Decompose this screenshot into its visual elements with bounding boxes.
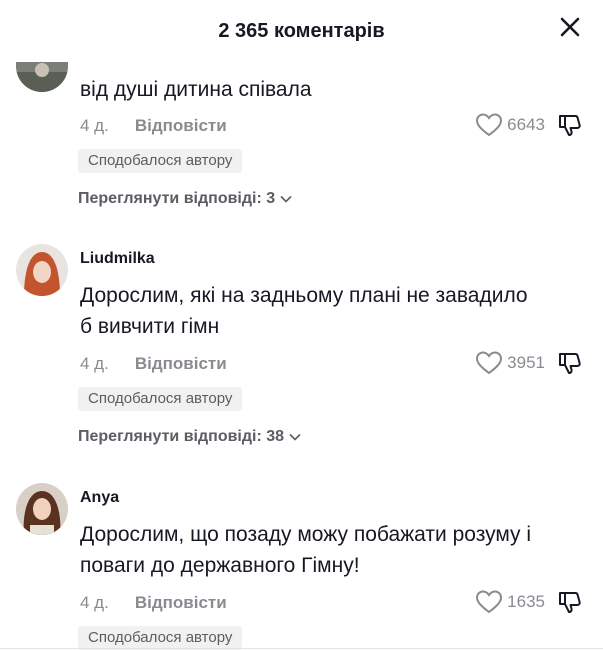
- liked-by-creator-badge: Сподобалося автору: [78, 387, 243, 411]
- dislike-button[interactable]: [557, 350, 583, 376]
- header-layer: 2 365 коментарів: [0, 0, 603, 62]
- thumbs-down-icon: [559, 592, 581, 613]
- avatar-image: [16, 483, 68, 535]
- thumbs-down-icon: [559, 353, 581, 374]
- comment-age: 4 д.: [80, 116, 109, 135]
- dislike-button[interactable]: [557, 112, 583, 138]
- thumbs-down-icon: [559, 115, 581, 136]
- avatar-image: [16, 244, 68, 296]
- close-icon: [560, 17, 580, 37]
- comments-count-title-overlay: 2 365 коментарів: [218, 20, 385, 42]
- heart-icon: [476, 351, 503, 375]
- like-count: 6643: [507, 115, 545, 134]
- comment-meta: 4 д. Відповісти: [80, 591, 227, 615]
- reply-button[interactable]: Відповісти: [135, 593, 227, 613]
- avatar[interactable]: [16, 483, 68, 535]
- comment-age: 4 д.: [80, 593, 109, 612]
- dislike-button[interactable]: [557, 589, 583, 615]
- heart-icon: [476, 590, 503, 614]
- like-button[interactable]: 6643: [475, 112, 545, 138]
- view-replies-button[interactable]: Переглянути відповіді: 38: [78, 428, 301, 446]
- comment-meta: 4 д. Відповісти: [80, 352, 227, 376]
- reply-button[interactable]: Відповісти: [135, 354, 227, 374]
- chevron-down-icon: [280, 195, 292, 203]
- username[interactable]: Anya: [80, 489, 119, 507]
- avatar[interactable]: [16, 244, 68, 296]
- username[interactable]: Liudmilka: [80, 250, 155, 268]
- like-button[interactable]: 1635: [475, 589, 545, 615]
- comment-item: Liudmilka Дорослим, які на задньому план…: [0, 238, 603, 458]
- chevron-down-icon: [289, 433, 301, 441]
- comment-item: Anya Дорослим, що позаду можу побажати р…: [0, 477, 603, 650]
- view-replies-button[interactable]: Переглянути відповіді: 3: [78, 190, 292, 208]
- like-button[interactable]: 3951: [475, 350, 545, 376]
- comment-text: від душі дитина співала: [80, 78, 312, 101]
- comment-meta: 4 д. Відповісти: [80, 114, 227, 138]
- like-count: 3951: [507, 353, 545, 372]
- view-replies-label: Переглянути відповіді: 3: [78, 190, 276, 207]
- comment-text: Дорослим, які на задньому плані не завад…: [80, 284, 528, 338]
- comment-text: Дорослим, що позаду можу побажати розуму…: [80, 523, 532, 577]
- comment-age: 4 д.: [80, 354, 109, 373]
- heart-icon: [476, 113, 503, 137]
- liked-by-creator-badge: Сподобалося автору: [78, 626, 243, 650]
- view-replies-label: Переглянути відповіді: 38: [78, 428, 285, 445]
- liked-by-creator-badge: Сподобалося автору: [78, 149, 243, 173]
- like-count: 1635: [507, 592, 545, 611]
- reply-button[interactable]: Відповісти: [135, 116, 227, 136]
- close-button-overlay[interactable]: [555, 12, 585, 42]
